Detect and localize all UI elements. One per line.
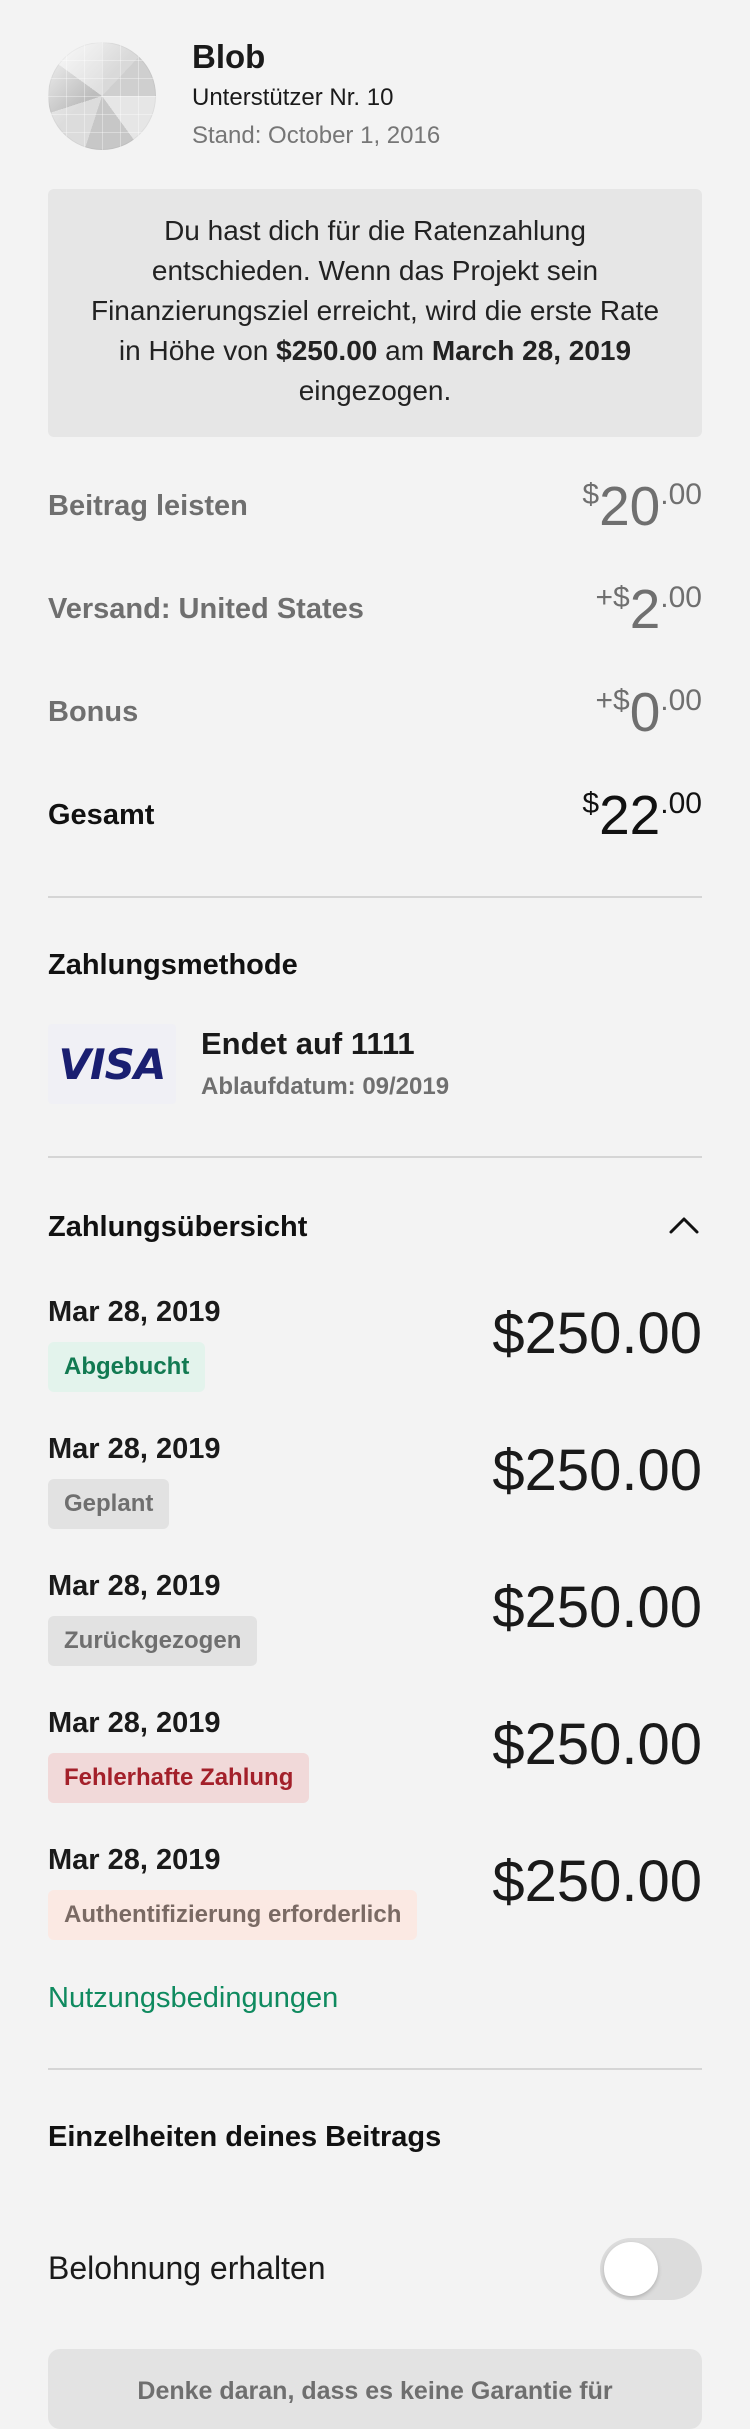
pledge-amount: $20.00 [582, 476, 702, 536]
total-row: Gesamt $22.00 [48, 785, 702, 845]
notice-date: March 28, 2019 [431, 335, 632, 366]
shipping-whole: 2 [629, 578, 661, 640]
status-badge: Zurückgezogen [48, 1616, 258, 1666]
status-badge: Authentifizierung erforderlich [48, 1890, 418, 1940]
avatar [48, 42, 156, 150]
payment-amount: $250.00 [492, 1575, 702, 1640]
payment-row: Mar 28, 2019 Abgebucht $250.00 [48, 1296, 702, 1416]
reward-toggle-label: Belohnung erhalten [48, 2250, 326, 2286]
payment-date: Mar 28, 2019 [48, 1570, 221, 1602]
pledge-row: Beitrag leisten $20.00 [48, 476, 702, 536]
payment-amount: $250.00 [492, 1301, 702, 1366]
divider [48, 1156, 702, 1158]
payment-row: Mar 28, 2019 Authentifizierung erforderli… [48, 1844, 702, 1964]
payment-date: Mar 28, 2019 [48, 1296, 221, 1328]
payment-amount: $250.00 [492, 1712, 702, 1777]
pledge-decimal: .00 [660, 478, 702, 511]
visa-logo: VISA [48, 1024, 176, 1104]
bonus-decimal: .00 [660, 684, 702, 717]
installment-notice: Du hast dich für die Ratenzahlung entsch… [48, 189, 702, 437]
total-whole: 22 [599, 784, 661, 846]
payment-method-title: Zahlungsmethode [48, 949, 298, 981]
payment-date: Mar 28, 2019 [48, 1707, 221, 1739]
shipping-amount: +$2.00 [595, 579, 702, 639]
card-ending: Endet auf 1111 [201, 1026, 415, 1061]
backer-date: Stand: October 1, 2016 [192, 122, 441, 149]
payment-date: Mar 28, 2019 [48, 1844, 221, 1876]
pledge-whole: 20 [599, 475, 661, 537]
total-label: Gesamt [48, 799, 155, 831]
bonus-label: Bonus [48, 696, 139, 728]
bonus-amount: +$0.00 [595, 682, 702, 742]
reward-toggle[interactable] [600, 2238, 702, 2300]
card-expiry: Ablaufdatum: 09/2019 [201, 1073, 450, 1100]
payment-amount: $250.00 [492, 1849, 702, 1914]
backer-name: Blob [192, 38, 266, 75]
status-badge: Abgebucht [48, 1342, 206, 1392]
payment-amount: $250.00 [492, 1438, 702, 1503]
payment-row: Mar 28, 2019 Zurückgezogen $250.00 [48, 1570, 702, 1690]
pledge-label: Beitrag leisten [48, 490, 248, 522]
terms-link[interactable]: Nutzungsbedingungen [48, 1982, 338, 2015]
notice-text-3: eingezogen. [298, 375, 452, 406]
backer-header: Blob Unterstützer Nr. 10 Stand: October … [48, 38, 702, 158]
notice-amount: $250.00 [276, 335, 378, 366]
details-title: Einzelheiten deines Beitrags [48, 2121, 442, 2153]
notice-text-2: am [377, 335, 432, 366]
backer-number: Unterstützer Nr. 10 [192, 84, 394, 111]
total-decimal: .00 [660, 787, 702, 820]
shipping-label: Versand: United States [48, 593, 364, 625]
schedule-title[interactable]: Zahlungsübersicht [48, 1211, 307, 1244]
divider [48, 2068, 702, 2070]
total-amount: $22.00 [582, 785, 702, 845]
shipping-decimal: .00 [660, 581, 702, 614]
status-badge: Fehlerhafte Zahlung [48, 1753, 310, 1803]
divider [48, 896, 702, 898]
payment-row: Mar 28, 2019 Fehlerhafte Zahlung $250.00 [48, 1707, 702, 1827]
bonus-whole: 0 [629, 681, 661, 743]
card-brand: VISA [58, 1039, 167, 1089]
payment-row: Mar 28, 2019 Geplant $250.00 [48, 1433, 702, 1553]
total-currency: $ [582, 787, 600, 820]
shipping-row: Versand: United States +$2.00 [48, 579, 702, 639]
payment-date: Mar 28, 2019 [48, 1433, 221, 1465]
reminder-text: Denke daran, dass es keine Garantie für [137, 2377, 613, 2405]
toggle-knob [604, 2242, 658, 2296]
reminder-box: Denke daran, dass es keine Garantie für [48, 2349, 702, 2429]
pledge-currency: $ [582, 478, 600, 511]
bonus-currency: +$ [595, 684, 630, 717]
bonus-row: Bonus +$0.00 [48, 682, 702, 742]
chevron-up-icon[interactable] [668, 1212, 700, 1236]
status-badge: Geplant [48, 1479, 170, 1529]
shipping-currency: +$ [595, 581, 630, 614]
